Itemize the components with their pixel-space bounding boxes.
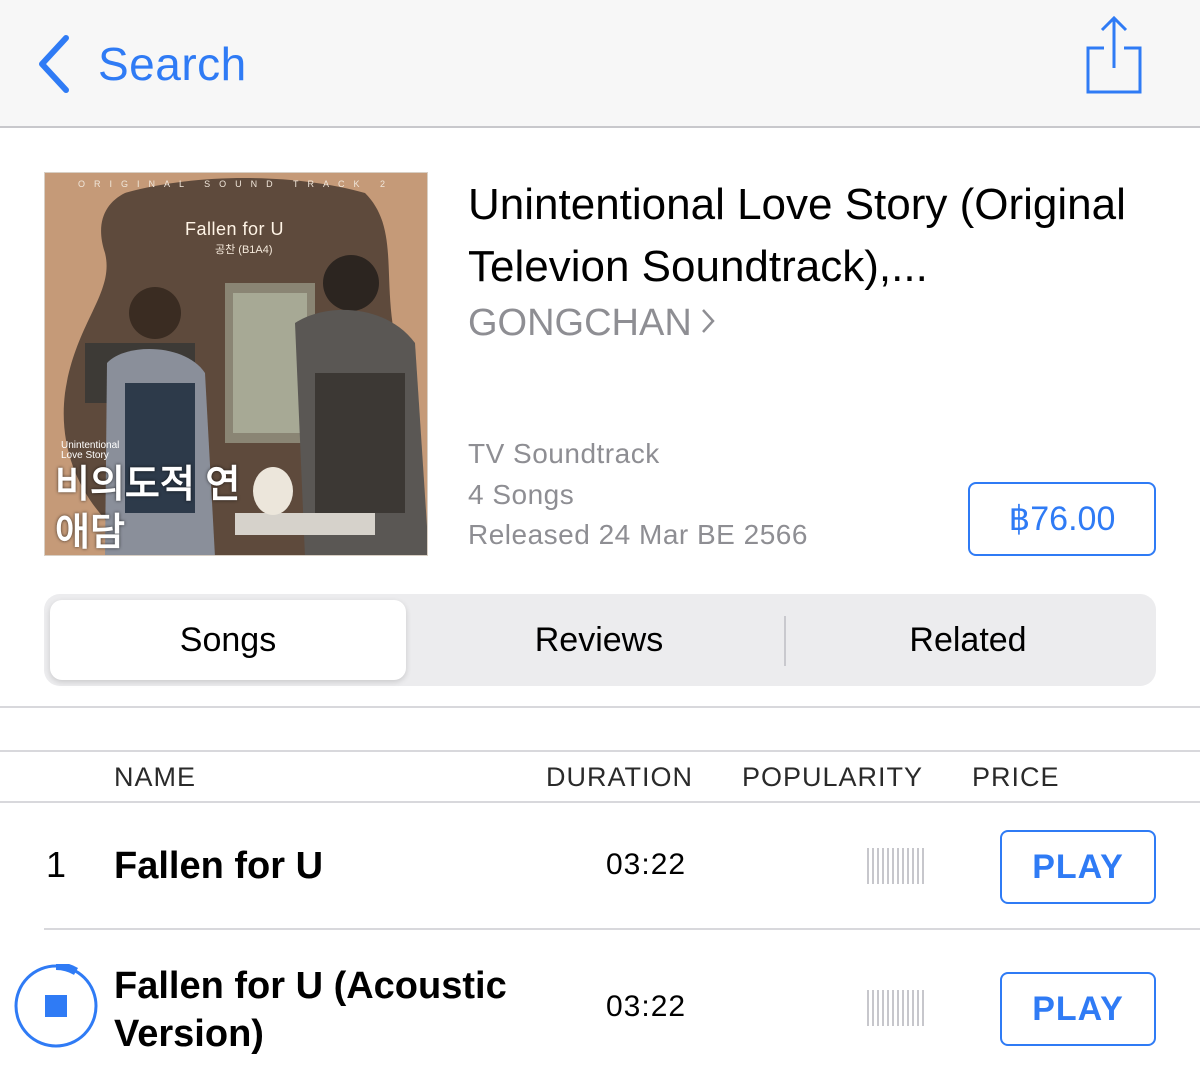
artist-link[interactable]: GONGCHAN bbox=[468, 302, 716, 345]
back-button[interactable]: Search bbox=[36, 34, 247, 94]
album-artwork: ORIGINAL SOUND TRACK 2 Fallen for U 공찬 (… bbox=[44, 172, 428, 556]
album-song-count: 4 Songs bbox=[468, 479, 575, 510]
popularity-bar bbox=[866, 990, 928, 1026]
stop-preview-button[interactable] bbox=[14, 962, 98, 1053]
artwork-artist: 공찬 (B1A4) bbox=[215, 244, 273, 256]
column-header-popularity[interactable]: POPULARITY bbox=[742, 762, 923, 793]
artwork-title-korean: 비의도적 연애담 bbox=[55, 464, 241, 554]
track-name: Fallen for U (Acoustic Version) bbox=[114, 965, 507, 1055]
chevron-left-icon bbox=[36, 34, 72, 94]
column-header-price[interactable]: PRICE bbox=[972, 762, 1060, 793]
divider bbox=[0, 750, 1200, 752]
divider bbox=[44, 928, 1200, 930]
album-release-date: Released 24 Mar BE 2566 bbox=[468, 519, 808, 550]
tab-songs[interactable]: Songs bbox=[50, 600, 406, 680]
chevron-right-icon bbox=[692, 302, 716, 345]
navigation-bar: Search bbox=[0, 0, 1200, 128]
album-genre: TV Soundtrack bbox=[468, 438, 660, 469]
tab-segmented-control: Songs Reviews Related bbox=[44, 594, 1156, 686]
play-button[interactable]: PLAY bbox=[1000, 830, 1156, 904]
divider bbox=[0, 706, 1200, 708]
tab-reviews[interactable]: Reviews bbox=[414, 600, 784, 680]
artwork-song-title: Fallen for U bbox=[185, 219, 285, 239]
back-label: Search bbox=[98, 38, 247, 90]
artist-name: GONGCHAN bbox=[468, 302, 692, 344]
artwork-header-text: ORIGINAL SOUND TRACK 2 bbox=[77, 179, 395, 189]
buy-album-button[interactable]: ฿76.00 bbox=[968, 482, 1156, 556]
share-icon[interactable] bbox=[1084, 14, 1144, 101]
divider bbox=[0, 801, 1200, 803]
play-button[interactable]: PLAY bbox=[1000, 972, 1156, 1046]
track-number: 1 bbox=[46, 844, 67, 885]
track-duration: 03:22 bbox=[606, 990, 687, 1023]
column-header-duration[interactable]: DURATION bbox=[546, 762, 693, 793]
album-title: Unintentional Love Story (Original Telev… bbox=[468, 180, 1126, 291]
artwork-title-english: Unintentional Love Story bbox=[61, 440, 120, 461]
column-header-name[interactable]: NAME bbox=[114, 762, 196, 793]
track-duration: 03:22 bbox=[606, 848, 687, 881]
popularity-bar bbox=[866, 848, 928, 884]
track-name: Fallen for U bbox=[114, 845, 324, 887]
tab-related[interactable]: Related bbox=[786, 600, 1150, 680]
